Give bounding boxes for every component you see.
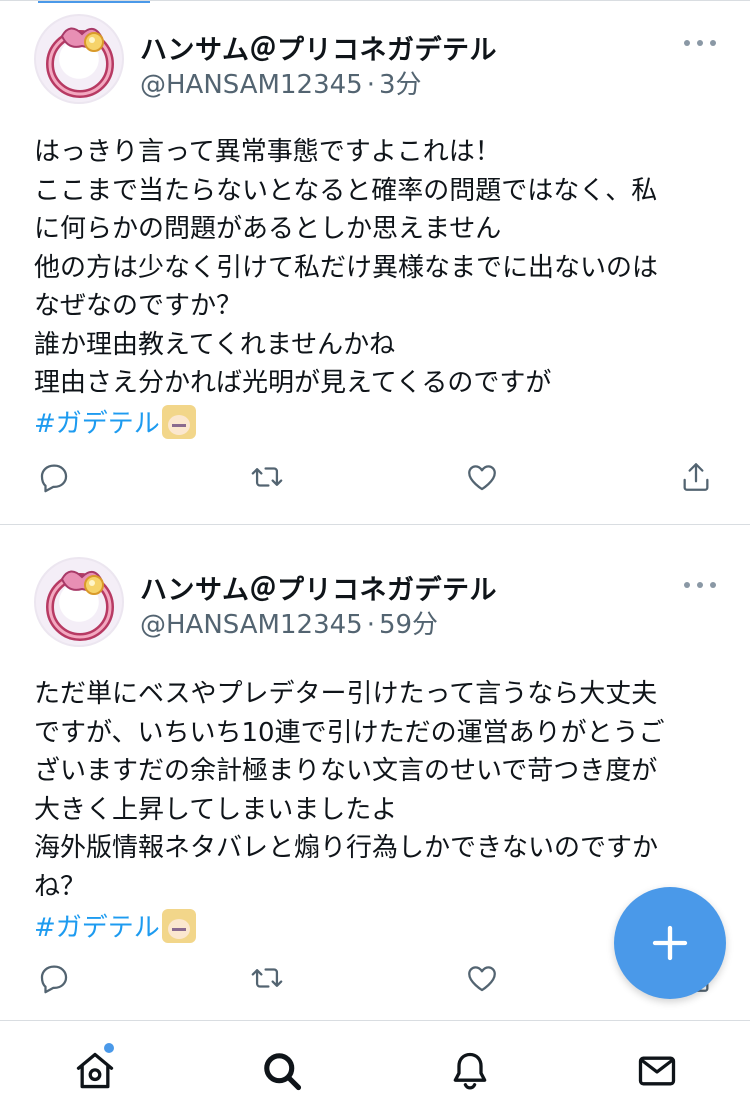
envelope-icon — [638, 1056, 676, 1086]
nav-home-button[interactable] — [72, 1048, 118, 1094]
retweet-icon — [251, 467, 283, 487]
retweet-button[interactable] — [245, 956, 289, 1000]
author-name-row[interactable]: ハンサム＠プリコネガデテル — [140, 568, 497, 607]
share-button[interactable] — [674, 455, 718, 499]
author-name-row[interactable]: ハンサム＠プリコネガデテル — [140, 28, 497, 67]
timestamp[interactable]: 3分 — [379, 70, 422, 100]
bell-icon — [453, 1052, 487, 1090]
timestamp[interactable]: 59分 — [379, 610, 438, 640]
heart-icon — [468, 966, 496, 992]
handle-row: @HANSAM12345 · 3分 — [140, 64, 422, 101]
reply-icon — [40, 965, 68, 994]
nav-notifications-button[interactable] — [447, 1048, 493, 1094]
like-button[interactable] — [460, 455, 504, 499]
hashtag-link[interactable]: #ガデテル — [34, 403, 160, 440]
avatar[interactable] — [34, 557, 124, 647]
home-icon — [76, 1052, 114, 1089]
pink-ring-avatar-icon — [46, 570, 114, 641]
retweet-icon — [251, 968, 283, 988]
hashtag-row: #ガデテル — [34, 907, 196, 944]
handle[interactable]: @HANSAM12345 — [140, 610, 363, 640]
like-button[interactable] — [460, 956, 504, 1000]
reply-button[interactable] — [32, 956, 76, 1000]
share-icon — [683, 463, 709, 491]
display-name[interactable]: ハンサム＠プリコネガデテル — [140, 568, 497, 607]
plus-icon — [652, 925, 688, 961]
heart-icon — [468, 465, 496, 491]
nav-messages-button[interactable] — [634, 1048, 680, 1094]
divider — [0, 524, 750, 525]
search-icon — [264, 1053, 302, 1091]
separator: · — [366, 70, 375, 100]
retweet-button[interactable] — [245, 455, 289, 499]
hashtag-link[interactable]: #ガデテル — [34, 907, 160, 944]
handle-row: @HANSAM12345 · 59分 — [140, 604, 438, 641]
anime-character-face-icon — [161, 404, 196, 439]
tweet-text: ただ単にベスやプレデター引けたって言うなら大丈夫 ですが、いちいち10連で引けた… — [34, 679, 665, 902]
avatar[interactable] — [34, 14, 124, 104]
handle[interactable]: @HANSAM12345 — [140, 70, 363, 100]
display-name[interactable]: ハンサム＠プリコネガデテル — [140, 28, 497, 67]
tweet-text: はっきり言って異常事態ですよこれは！ ここまで当たらないとなると確率の問題ではな… — [34, 137, 659, 398]
reply-icon — [40, 464, 68, 493]
more-dots-icon[interactable] — [684, 37, 716, 49]
anime-character-face-icon — [161, 908, 196, 943]
hashtag-row: #ガデテル — [34, 403, 196, 440]
tweet[interactable]: ハンサム＠プリコネガデテル @HANSAM12345 · 3分 はっきり言って異常事… — [0, 0, 750, 524]
nav-search-button[interactable] — [259, 1048, 305, 1094]
compose-button[interactable] — [614, 887, 726, 999]
pink-ring-avatar-icon — [46, 27, 114, 98]
tweet-actions — [0, 455, 750, 499]
bottom-navigation — [0, 1021, 750, 1120]
more-dots-icon[interactable] — [684, 579, 716, 591]
reply-button[interactable] — [32, 455, 76, 499]
separator: · — [366, 610, 375, 640]
new-content-dot — [104, 1043, 114, 1053]
